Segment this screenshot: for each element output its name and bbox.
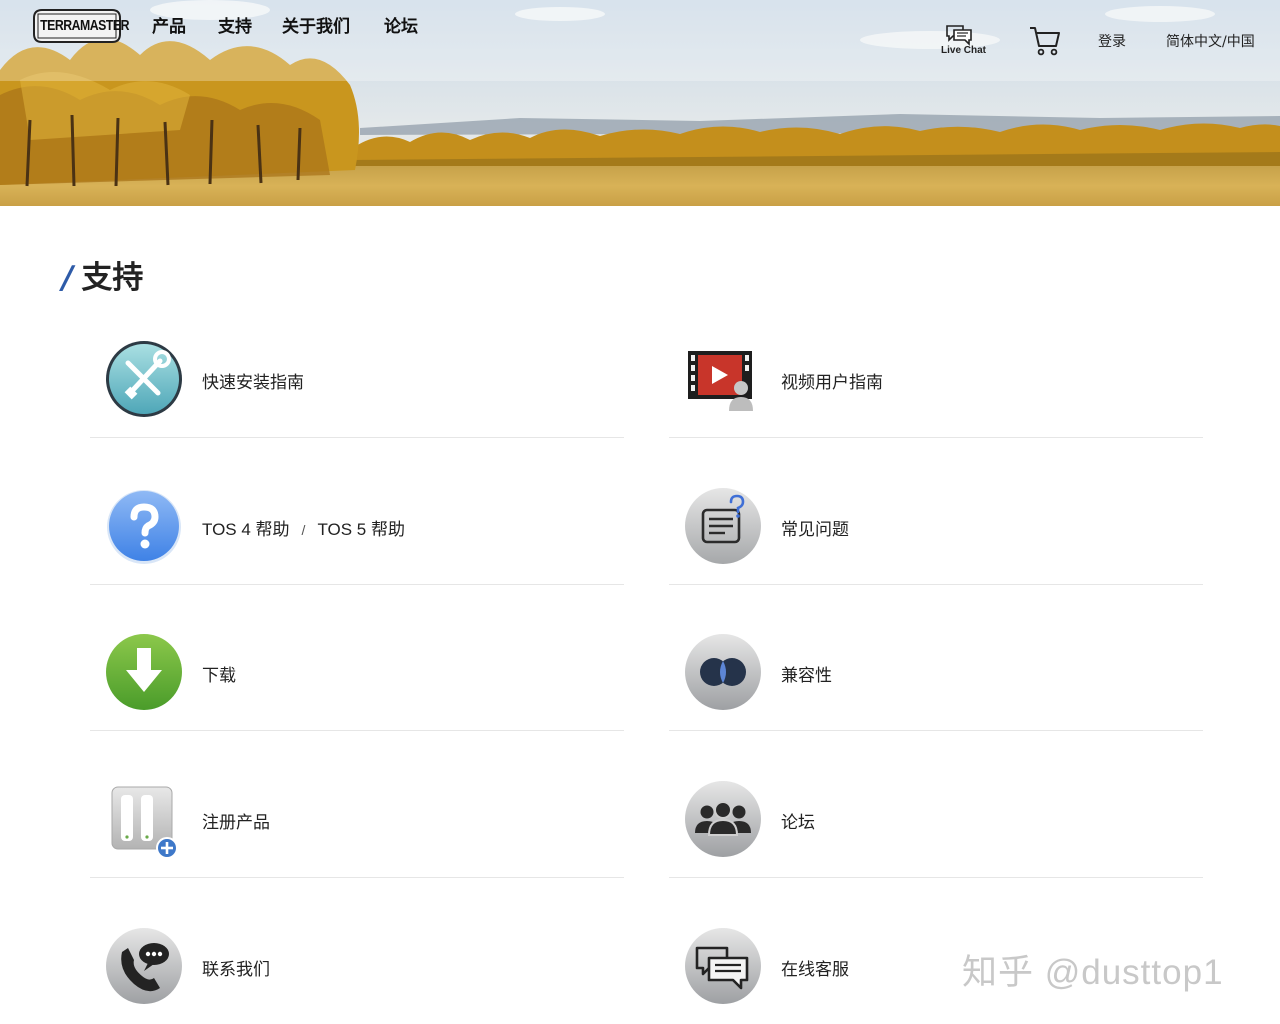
nav-support[interactable]: 支持 bbox=[218, 12, 252, 37]
link-separator: / bbox=[301, 522, 306, 538]
support-item-label: 常见问题 bbox=[781, 520, 849, 539]
support-item-download[interactable]: 下载 bbox=[90, 585, 624, 731]
page-title: / 支持 bbox=[62, 252, 143, 297]
tools-icon bbox=[106, 341, 182, 417]
login-link[interactable]: 登录 bbox=[1098, 31, 1126, 51]
support-item-label: 下载 bbox=[202, 666, 236, 685]
support-item-quick-install[interactable]: 快速安装指南 bbox=[90, 292, 624, 438]
tos-help-links: TOS 4 帮助 / TOS 5 帮助 bbox=[202, 515, 405, 540]
help-question-icon bbox=[107, 490, 181, 564]
logo-text: TERRAMASTER bbox=[40, 17, 129, 34]
live-chat-button[interactable]: Live Chat bbox=[941, 24, 995, 60]
live-chat-label: Live Chat bbox=[941, 45, 987, 56]
online-chat-icon bbox=[685, 928, 761, 1004]
register-product-icon bbox=[111, 786, 178, 859]
language-selector[interactable]: 简体中文/中国 bbox=[1166, 31, 1255, 51]
support-item-label: 在线客服 bbox=[781, 960, 849, 979]
nav-forum[interactable]: 论坛 bbox=[384, 12, 418, 37]
title-slash-accent: / bbox=[62, 260, 74, 296]
support-item-label: 兼容性 bbox=[781, 666, 832, 685]
support-item-forum[interactable]: 论坛 bbox=[669, 732, 1203, 878]
cart-icon bbox=[1030, 27, 1060, 56]
support-item-label: 论坛 bbox=[781, 813, 815, 832]
support-item-label: 联系我们 bbox=[202, 960, 270, 979]
shopping-cart-button[interactable] bbox=[1028, 24, 1062, 58]
nav-products[interactable]: 产品 bbox=[152, 12, 186, 37]
support-item-label: 视频用户指南 bbox=[781, 373, 883, 392]
row-divider bbox=[669, 730, 1203, 731]
tos4-help-link[interactable]: TOS 4 帮助 bbox=[202, 520, 290, 539]
hero-banner: TERRAMASTER 产品 支持 关于我们 论坛 Live Chat 登录 简… bbox=[0, 0, 1280, 206]
download-icon bbox=[106, 634, 182, 710]
contact-phone-icon bbox=[106, 928, 182, 1004]
nav-about-us[interactable]: 关于我们 bbox=[282, 12, 350, 37]
chat-bubbles-icon bbox=[946, 25, 972, 46]
support-item-video-guide[interactable]: 视频用户指南 bbox=[669, 292, 1203, 438]
support-item-label: 快速安装指南 bbox=[202, 373, 304, 392]
row-divider bbox=[669, 437, 1203, 438]
support-item-contact-us[interactable]: 联系我们 bbox=[90, 878, 624, 1024]
compatibility-icon bbox=[685, 634, 761, 710]
support-item-register-product[interactable]: 注册产品 bbox=[90, 732, 624, 878]
watermark-text: 知乎 @dusttop1 bbox=[962, 953, 1224, 992]
top-navbar: TERRAMASTER 产品 支持 关于我们 论坛 Live Chat 登录 简… bbox=[0, 0, 1280, 81]
support-item-tos-help[interactable]: TOS 4 帮助 / TOS 5 帮助 bbox=[90, 439, 624, 585]
support-item-label: 注册产品 bbox=[202, 813, 270, 832]
video-guide-icon bbox=[688, 351, 753, 411]
forum-icon bbox=[685, 781, 761, 857]
support-item-compatibility[interactable]: 兼容性 bbox=[669, 585, 1203, 731]
row-divider bbox=[90, 730, 624, 731]
row-divider bbox=[90, 437, 624, 438]
page-title-text: 支持 bbox=[81, 260, 144, 296]
terramaster-logo[interactable]: TERRAMASTER bbox=[32, 6, 129, 46]
faq-icon bbox=[685, 488, 761, 564]
tos5-help-link[interactable]: TOS 5 帮助 bbox=[317, 520, 405, 539]
support-item-faq[interactable]: 常见问题 bbox=[669, 439, 1203, 585]
